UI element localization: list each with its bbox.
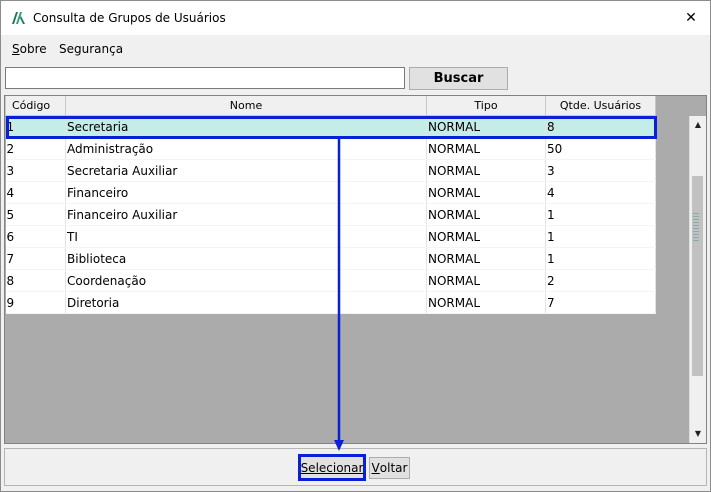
cell-nome: Diretoria bbox=[65, 291, 427, 314]
cell-qtde: 1 bbox=[545, 247, 656, 270]
table-row[interactable]: 2 Administração NORMAL 50 bbox=[5, 137, 656, 160]
groups-table: Código Nome Tipo Qtde. Usuários 1 Secret… bbox=[5, 96, 656, 314]
cell-qtde: 1 bbox=[545, 225, 656, 248]
cell-nome: Secretaria Auxiliar bbox=[65, 159, 427, 182]
col-header-qtde[interactable]: Qtde. Usuários bbox=[545, 96, 656, 116]
cell-codigo: 8 bbox=[5, 269, 66, 292]
window-title: Consulta de Grupos de Usuários bbox=[33, 11, 226, 25]
table-row[interactable]: 4 Financeiro NORMAL 4 bbox=[5, 181, 656, 204]
col-header-codigo[interactable]: Código bbox=[5, 96, 66, 116]
cell-nome: Administração bbox=[65, 137, 427, 160]
col-header-tipo[interactable]: Tipo bbox=[426, 96, 546, 116]
cell-nome: Biblioteca bbox=[65, 247, 427, 270]
grid-background: Código Nome Tipo Qtde. Usuários 1 Secret… bbox=[5, 96, 689, 443]
cell-codigo: 4 bbox=[5, 181, 66, 204]
cell-qtde: 1 bbox=[545, 203, 656, 226]
cell-codigo: 9 bbox=[5, 291, 66, 314]
table-row[interactable]: 1 Secretaria NORMAL 8 bbox=[5, 115, 656, 138]
scroll-up-icon[interactable]: ▲ bbox=[690, 116, 706, 132]
scroll-grip-icon bbox=[693, 211, 699, 241]
cell-tipo: NORMAL bbox=[426, 159, 546, 182]
cell-nome: Financeiro Auxiliar bbox=[65, 203, 427, 226]
back-button-mnemonic: V bbox=[371, 461, 380, 475]
cell-nome: Secretaria bbox=[65, 115, 427, 138]
cell-nome: Coordenação bbox=[65, 269, 427, 292]
cell-codigo: 6 bbox=[5, 225, 66, 248]
cell-tipo: NORMAL bbox=[426, 247, 546, 270]
cell-tipo: NORMAL bbox=[426, 269, 546, 292]
cell-tipo: NORMAL bbox=[426, 291, 546, 314]
cell-qtde: 8 bbox=[545, 115, 656, 138]
search-button[interactable]: Buscar bbox=[409, 67, 508, 90]
cell-qtde: 3 bbox=[545, 159, 656, 182]
cell-qtde: 4 bbox=[545, 181, 656, 204]
menu-bar: Sobre Segurança bbox=[1, 36, 710, 61]
app-logo-icon bbox=[12, 12, 25, 24]
menu-sobre[interactable]: Sobre bbox=[12, 42, 47, 56]
cell-tipo: NORMAL bbox=[426, 181, 546, 204]
cell-tipo: NORMAL bbox=[426, 137, 546, 160]
select-button[interactable]: Selecionar bbox=[298, 454, 366, 481]
cell-codigo: 5 bbox=[5, 203, 66, 226]
cell-qtde: 2 bbox=[545, 269, 656, 292]
cell-codigo: 7 bbox=[5, 247, 66, 270]
cell-nome: Financeiro bbox=[65, 181, 427, 204]
cell-codigo: 3 bbox=[5, 159, 66, 182]
cell-codigo: 1 bbox=[5, 115, 66, 138]
back-button-label: oltar bbox=[379, 461, 408, 475]
table-row[interactable]: 3 Secretaria Auxiliar NORMAL 3 bbox=[5, 159, 656, 182]
header-row: Código Nome Tipo Qtde. Usuários bbox=[5, 96, 656, 116]
col-header-nome[interactable]: Nome bbox=[65, 96, 427, 116]
menu-sobre-mnemonic: S bbox=[12, 42, 20, 56]
table-row[interactable]: 7 Biblioteca NORMAL 1 bbox=[5, 247, 656, 270]
cell-qtde: 50 bbox=[545, 137, 656, 160]
title-bar: Consulta de Grupos de Usuários ✕ bbox=[1, 1, 710, 35]
groups-grid: Código Nome Tipo Qtde. Usuários 1 Secret… bbox=[4, 95, 707, 444]
close-button[interactable]: ✕ bbox=[678, 6, 704, 30]
table-row[interactable]: 6 TI NORMAL 1 bbox=[5, 225, 656, 248]
cell-tipo: NORMAL bbox=[426, 203, 546, 226]
scroll-down-icon[interactable]: ▼ bbox=[690, 425, 706, 441]
menu-sobre-label: obre bbox=[19, 42, 47, 56]
cell-tipo: NORMAL bbox=[426, 225, 546, 248]
table-row[interactable]: 5 Financeiro Auxiliar NORMAL 1 bbox=[5, 203, 656, 226]
vertical-scrollbar[interactable]: ▲ ▼ bbox=[689, 116, 706, 443]
cell-nome: TI bbox=[65, 225, 427, 248]
select-button-label: Selecionar bbox=[300, 460, 364, 475]
scroll-thumb[interactable] bbox=[692, 176, 703, 376]
menu-seguranca[interactable]: Segurança bbox=[59, 42, 123, 56]
cell-tipo: NORMAL bbox=[426, 115, 546, 138]
table-row[interactable]: 8 Coordenação NORMAL 2 bbox=[5, 269, 656, 292]
cell-codigo: 2 bbox=[5, 137, 66, 160]
search-input[interactable] bbox=[5, 67, 405, 89]
cell-qtde: 7 bbox=[545, 291, 656, 314]
table-row[interactable]: 9 Diretoria NORMAL 7 bbox=[5, 291, 656, 314]
back-button[interactable]: Voltar bbox=[369, 457, 410, 479]
close-icon: ✕ bbox=[685, 10, 697, 26]
